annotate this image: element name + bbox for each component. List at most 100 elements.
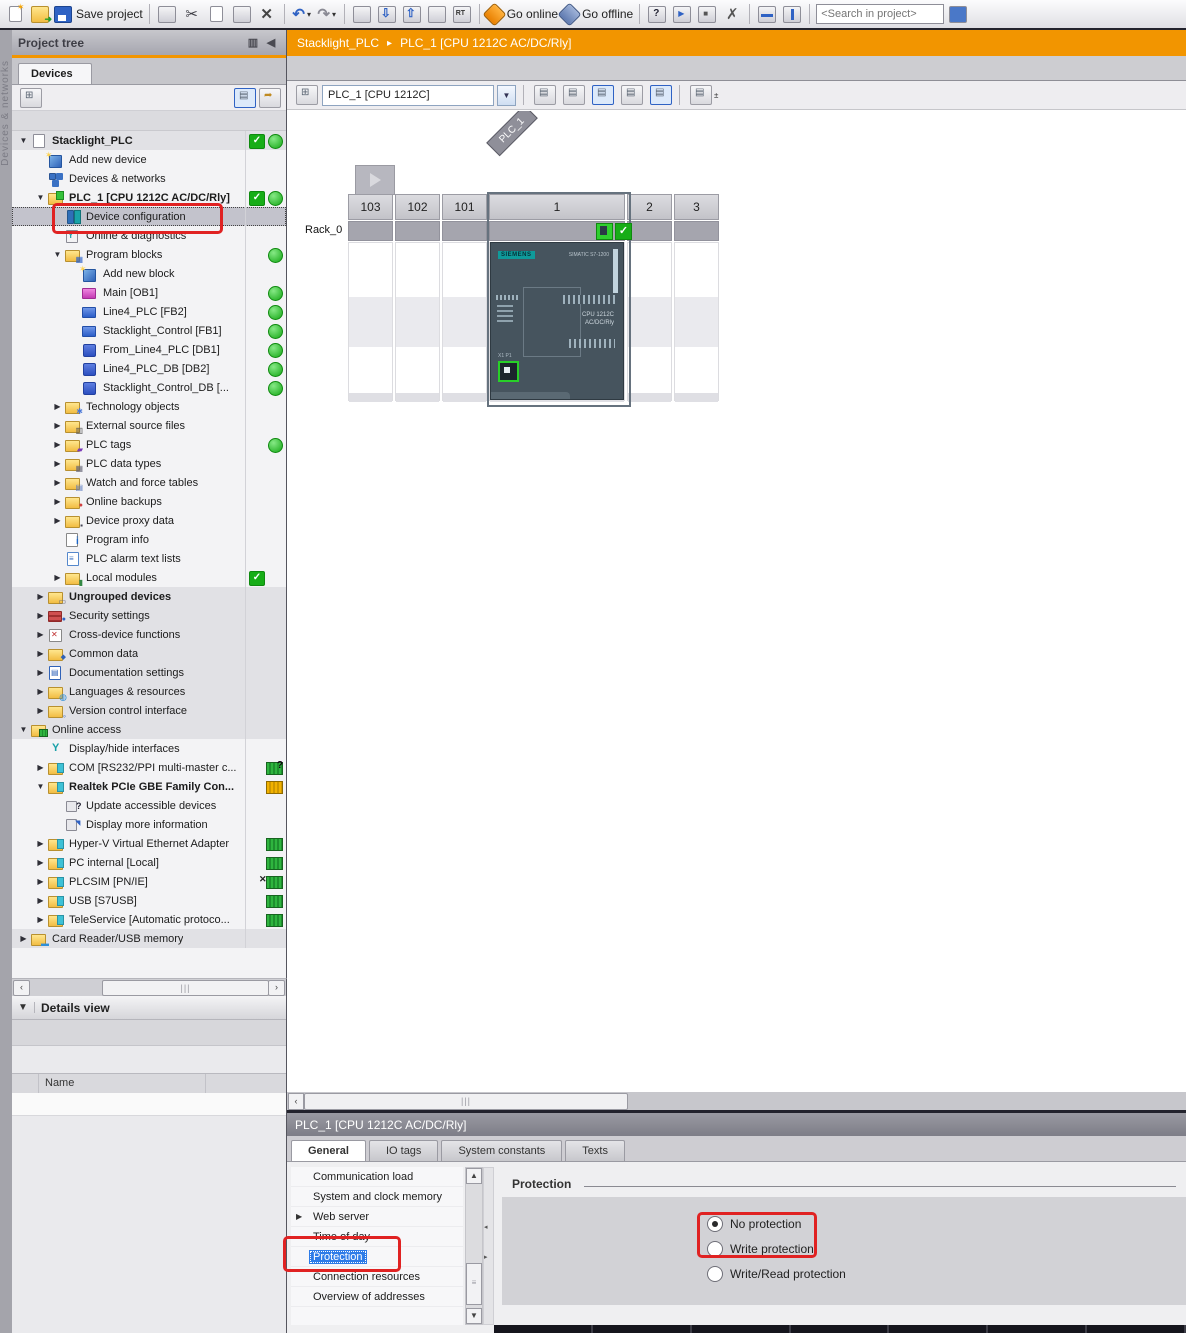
tree-view-icon[interactable] bbox=[20, 88, 42, 108]
nav-item-overview-of-addresses[interactable]: Overview of addresses bbox=[291, 1287, 463, 1307]
tree-item-online-backups[interactable]: ▶Online backups bbox=[12, 492, 286, 511]
dropdown-arrow-icon[interactable]: ▼ bbox=[497, 85, 516, 106]
device-tag-label[interactable]: PLC_1 bbox=[486, 111, 538, 156]
tree-item-cross-device-functions[interactable]: ▶Cross-device functions bbox=[12, 625, 286, 644]
chevron-closed-icon[interactable]: ▶ bbox=[52, 478, 63, 487]
project-search-button[interactable] bbox=[947, 3, 969, 25]
chevron-closed-icon[interactable]: ▶ bbox=[52, 497, 63, 506]
tree-item-card-reader-usb-memory[interactable]: ▶Card Reader/USB memory bbox=[12, 929, 286, 948]
radio-button-icon[interactable] bbox=[707, 1216, 723, 1232]
tree-item-watch-and-force-tables[interactable]: ▶Watch and force tables bbox=[12, 473, 286, 492]
breadcrumb-item[interactable]: PLC_1 [CPU 1212C AC/DC/Rly] bbox=[400, 36, 571, 50]
tree-item-stacklight-control-db[interactable]: Stacklight_Control_DB [... bbox=[12, 378, 286, 397]
split-editor-horizontal-button[interactable] bbox=[756, 3, 778, 25]
chevron-closed-icon[interactable]: ▶ bbox=[35, 858, 46, 867]
tree-item-line4-plc-db-db2[interactable]: Line4_PLC_DB [DB2] bbox=[12, 359, 286, 378]
tree-item-realtek-pcie-gbe-family-con[interactable]: ▼Realtek PCIe GBE Family Con... bbox=[12, 777, 286, 796]
chevron-open-icon[interactable]: ▼ bbox=[35, 193, 46, 202]
tree-item-add-new-block[interactable]: Add new block bbox=[12, 264, 286, 283]
slot-header-102[interactable]: 102 bbox=[395, 194, 440, 220]
chevron-closed-icon[interactable]: ▶ bbox=[35, 630, 46, 639]
rack-row-slot-102[interactable] bbox=[395, 221, 440, 241]
rename-icon[interactable] bbox=[563, 85, 585, 105]
scroll-down-icon[interactable]: ▼ bbox=[466, 1308, 482, 1324]
chevron-closed-icon[interactable]: ▶ bbox=[52, 573, 63, 582]
nav-item-connection-resources[interactable]: Connection resources bbox=[291, 1267, 463, 1287]
radio-no-protection[interactable]: No protection bbox=[707, 1215, 801, 1233]
chevron-closed-icon[interactable]: ▶ bbox=[35, 592, 46, 601]
tree-item-program-info[interactable]: Program info bbox=[12, 530, 286, 549]
rack-row-slot-103[interactable] bbox=[348, 221, 393, 241]
start-runtime-button[interactable] bbox=[451, 3, 473, 25]
slot-header-1[interactable]: 1 bbox=[489, 194, 625, 220]
tree-item-update-accessible-devices[interactable]: Update accessible devices bbox=[12, 796, 286, 815]
print-button[interactable] bbox=[156, 3, 178, 25]
radio-write-read-protection[interactable]: Write/Read protection bbox=[707, 1265, 846, 1283]
chevron-closed-icon[interactable]: ▶ bbox=[35, 687, 46, 696]
tree-item-plc-data-types[interactable]: ▶PLC data types bbox=[12, 454, 286, 473]
compile-button[interactable] bbox=[351, 3, 373, 25]
collapse-all-icon[interactable] bbox=[259, 88, 281, 108]
rack-row-slot-2[interactable] bbox=[627, 221, 672, 241]
tree-item-from-line4-plc-db1[interactable]: From_Line4_PLC [DB1] bbox=[12, 340, 286, 359]
cross-references-button[interactable]: ✗ bbox=[721, 3, 743, 25]
start-cpu-button[interactable] bbox=[671, 3, 693, 25]
edit-mode-icon[interactable] bbox=[592, 85, 614, 105]
nav-item-web-server[interactable]: ▶Web server bbox=[291, 1207, 463, 1227]
show-module-labels-icon[interactable] bbox=[534, 85, 556, 105]
chevron-closed-icon[interactable]: ▶ bbox=[18, 934, 29, 943]
slot-header-101[interactable]: 101 bbox=[442, 194, 487, 220]
rack-expand-button[interactable] bbox=[355, 165, 395, 195]
go-offline-button[interactable]: Go offline bbox=[561, 3, 633, 25]
tree-item-documentation-settings[interactable]: ▶Documentation settings bbox=[12, 663, 286, 682]
chevron-closed-icon[interactable]: ▶ bbox=[35, 839, 46, 848]
tree-item-add-new-device[interactable]: Add new device bbox=[12, 150, 286, 169]
stop-cpu-button[interactable] bbox=[696, 3, 718, 25]
tree-item-security-settings[interactable]: ▶Security settings bbox=[12, 606, 286, 625]
tree-item-usb-s7usb[interactable]: ▶USB [S7USB] bbox=[12, 891, 286, 910]
tree-item-technology-objects[interactable]: ▶Technology objects bbox=[12, 397, 286, 416]
slot-body-103[interactable] bbox=[348, 242, 393, 401]
download-to-device-button[interactable] bbox=[376, 3, 398, 25]
splitter-right-icon[interactable]: ▸ bbox=[484, 1253, 488, 1261]
scroll-thumb[interactable]: ||| bbox=[102, 980, 269, 996]
tree-item-version-control-interface[interactable]: ▶Version control interface bbox=[12, 701, 286, 720]
tree-item-device-proxy-data[interactable]: ▶Device proxy data bbox=[12, 511, 286, 530]
nav-item-system-and-clock-memory[interactable]: System and clock memory bbox=[291, 1187, 463, 1207]
tab-system-constants[interactable]: System constants bbox=[441, 1140, 562, 1161]
chevron-open-icon[interactable]: ▼ bbox=[52, 250, 63, 259]
radio-button-icon[interactable] bbox=[707, 1266, 723, 1282]
rack-row-slot-3[interactable] bbox=[674, 221, 719, 241]
undo-button[interactable]: ↶▾ bbox=[291, 3, 313, 25]
upload-from-device-button[interactable] bbox=[401, 3, 423, 25]
split-editor-vertical-button[interactable] bbox=[781, 3, 803, 25]
scroll-thumb[interactable]: ≡ bbox=[466, 1263, 482, 1305]
show-grid-icon[interactable] bbox=[621, 85, 643, 105]
tree-item-ungrouped-devices[interactable]: ▶Ungrouped devices bbox=[12, 587, 286, 606]
chevron-closed-icon[interactable]: ▶ bbox=[52, 440, 63, 449]
chevron-closed-icon[interactable]: ▶ bbox=[35, 668, 46, 677]
tree-item-local-modules[interactable]: ▶Local modules✓ bbox=[12, 568, 286, 587]
slot-header-103[interactable]: 103 bbox=[348, 194, 393, 220]
tree-item-plc-tags[interactable]: ▶PLC tags bbox=[12, 435, 286, 454]
chevron-closed-icon[interactable]: ▶ bbox=[35, 649, 46, 658]
tree-item-pc-internal-local[interactable]: ▶PC internal [Local] bbox=[12, 853, 286, 872]
paste-button[interactable] bbox=[231, 3, 253, 25]
tree-item-online-access[interactable]: ▼Online access bbox=[12, 720, 286, 739]
search-input[interactable] bbox=[816, 4, 944, 24]
show-table-icon[interactable] bbox=[650, 85, 672, 105]
chevron-open-icon[interactable]: ▼ bbox=[18, 725, 29, 734]
radio-write-protection[interactable]: Write protection bbox=[707, 1240, 814, 1258]
tree-item-device-configuration[interactable]: Device configuration bbox=[12, 207, 286, 226]
collapse-panel-icon[interactable]: ◀ bbox=[262, 36, 280, 50]
tree-item-devices-networks[interactable]: Devices & networks bbox=[12, 169, 286, 188]
tree-item-languages-resources[interactable]: ▶Languages & resources bbox=[12, 682, 286, 701]
chevron-closed-icon[interactable]: ▶ bbox=[35, 763, 46, 772]
cut-button[interactable]: ✂ bbox=[181, 3, 203, 25]
slot-body-2[interactable] bbox=[627, 242, 672, 401]
chevron-closed-icon[interactable]: ▶ bbox=[52, 402, 63, 411]
slot-body-101[interactable] bbox=[442, 242, 487, 401]
tree-item-stacklight-control-fb1[interactable]: Stacklight_Control [FB1] bbox=[12, 321, 286, 340]
slot-body-3[interactable] bbox=[674, 242, 719, 401]
chevron-closed-icon[interactable]: ▶ bbox=[52, 421, 63, 430]
